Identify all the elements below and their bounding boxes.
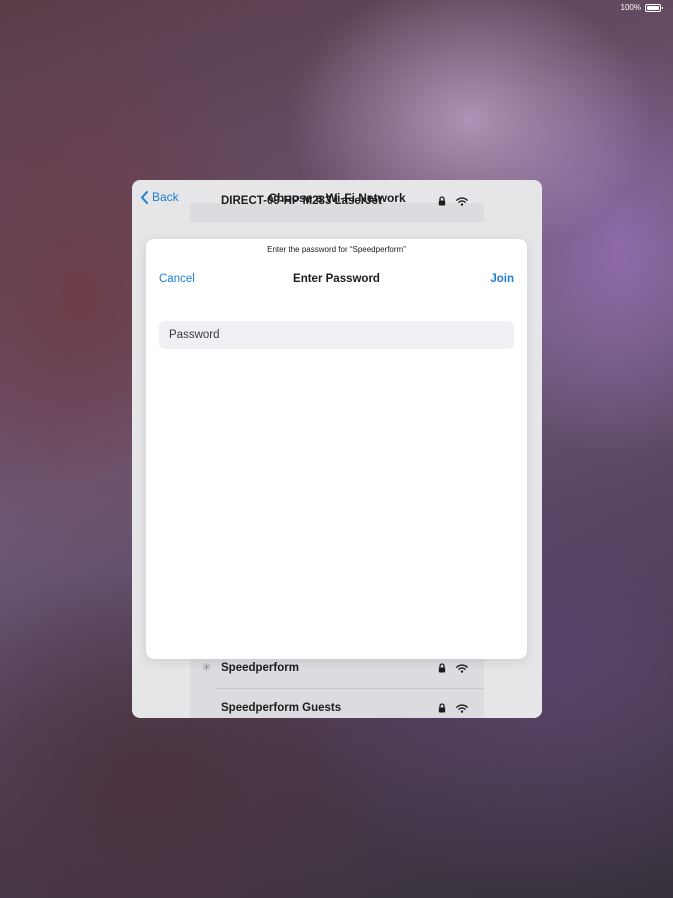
password-dialog: Enter the password for “Speedperform” Ca… xyxy=(146,239,527,659)
network-name: Speedperform xyxy=(221,662,299,674)
lock-icon xyxy=(438,663,446,673)
status-bar: 100% xyxy=(620,3,663,12)
battery-icon xyxy=(645,3,663,12)
lock-icon xyxy=(438,196,446,206)
password-prompt: Enter the password for “Speedperform” xyxy=(267,245,406,254)
join-button[interactable]: Join xyxy=(490,273,514,285)
row-divider xyxy=(216,688,484,689)
battery-percentage: 100% xyxy=(620,3,641,12)
wifi-icon xyxy=(456,703,468,713)
wifi-icon xyxy=(456,663,468,673)
network-row-speedperform-guests[interactable]: Speedperform Guests xyxy=(190,688,484,718)
activity-spinner-icon: ✳ xyxy=(202,662,212,674)
network-list-top: DIRECT-09-HP M283 LaserJet xyxy=(190,195,484,222)
network-name: Speedperform Guests xyxy=(221,702,342,714)
wifi-icon xyxy=(456,196,468,206)
lock-icon xyxy=(438,703,446,713)
network-row-direct-hp[interactable]: DIRECT-09-HP M283 LaserJet xyxy=(190,182,484,222)
password-field[interactable] xyxy=(159,321,514,349)
dialog-title: Enter Password xyxy=(293,273,380,285)
network-name: DIRECT-09-HP M283 LaserJet xyxy=(221,195,382,207)
